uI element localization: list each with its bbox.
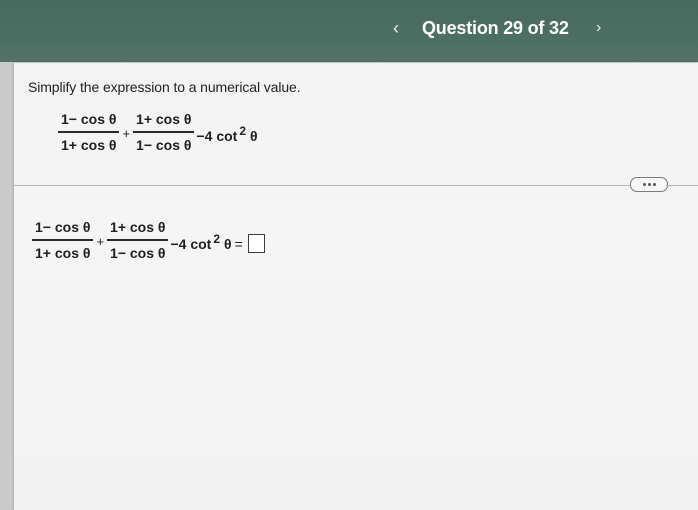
fraction-2: 1+ cos θ 1− cos θ — [133, 111, 195, 153]
theta-variable: θ — [224, 235, 232, 252]
question-counter: Question 29 of 32 — [422, 17, 569, 38]
fraction-numerator: 1+ cos θ — [110, 219, 166, 235]
cot-coefficient: −4 cot — [170, 235, 212, 252]
next-question-button[interactable]: › — [585, 14, 613, 42]
chevron-left-icon: ‹ — [393, 17, 399, 38]
top-navigation-bar: ‹ Question 29 of 32 › — [0, 0, 698, 62]
fraction-denominator: 1+ cos θ — [35, 244, 91, 261]
answer-input[interactable] — [247, 234, 265, 254]
theta-variable: θ — [250, 127, 258, 144]
fraction-1: 1− cos θ 1+ cos θ — [58, 111, 120, 153]
question-prompt: Simplify the expression to a numerical v… — [28, 79, 301, 95]
fraction-denominator: 1− cos θ — [110, 244, 166, 261]
cot-term: −4 cot 2 θ — [196, 124, 258, 144]
question-panel: Simplify the expression to a numerical v… — [14, 63, 698, 510]
fraction-2: 1+ cos θ 1− cos θ — [107, 219, 169, 261]
more-horizontal-icon — [642, 183, 646, 186]
plus-sign: + — [122, 126, 131, 142]
answer-expression: 1− cos θ 1+ cos θ + 1+ cos θ 1− cos θ −4… — [32, 219, 265, 261]
fraction-numerator: 1+ cos θ — [136, 111, 192, 127]
section-divider — [14, 185, 644, 186]
plus-sign: + — [96, 234, 105, 250]
cot-coefficient: −4 cot — [196, 127, 238, 144]
section-divider-right — [666, 185, 698, 186]
previous-question-button[interactable]: ‹ — [382, 14, 410, 42]
question-expression: 1− cos θ 1+ cos θ + 1+ cos θ 1− cos θ −4… — [58, 111, 258, 153]
question-navigator: ‹ Question 29 of 32 › — [382, 10, 613, 46]
equals-sign: = — [234, 235, 243, 252]
chevron-right-icon: › — [595, 19, 602, 36]
more-options-button[interactable] — [630, 177, 668, 192]
fraction-denominator: 1+ cos θ — [61, 136, 117, 153]
fraction-denominator: 1− cos θ — [136, 136, 192, 153]
fraction-numerator: 1− cos θ — [35, 219, 91, 235]
cot-term: −4 cot 2 θ = — [170, 232, 245, 252]
fraction-numerator: 1− cos θ — [61, 111, 117, 127]
fraction-1: 1− cos θ 1+ cos θ — [32, 219, 94, 261]
exponent: 2 — [239, 123, 247, 138]
exponent: 2 — [213, 231, 221, 246]
